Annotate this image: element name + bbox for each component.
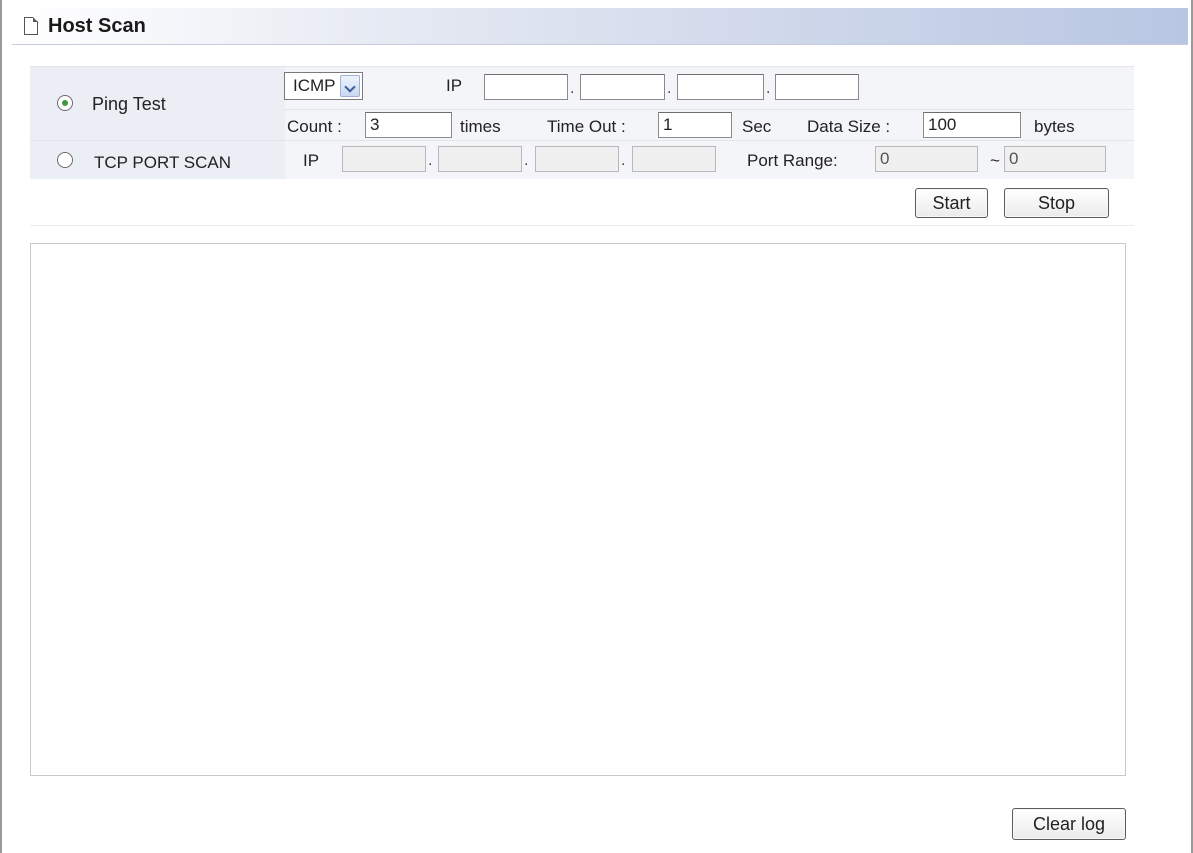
tcp-ip-octet-1[interactable]: [342, 146, 426, 172]
ping-test-radio[interactable]: [57, 95, 73, 111]
protocol-select[interactable]: ICMP: [284, 72, 363, 100]
port-range-end-input[interactable]: [1004, 146, 1106, 172]
timeout-label: Time Out :: [547, 117, 626, 136]
protocol-select-value: ICMP: [293, 76, 336, 95]
tcp-port-scan-label: TCP PORT SCAN: [94, 153, 231, 172]
port-range-label: Port Range:: [747, 151, 838, 170]
tcp-ip-octet-3[interactable]: [535, 146, 619, 172]
ping-ip-octet-3[interactable]: [677, 74, 764, 100]
bytes-label: bytes: [1034, 117, 1075, 136]
ip-dot: .: [621, 152, 626, 169]
tcp-ip-octet-4[interactable]: [632, 146, 716, 172]
ping-ip-octet-2[interactable]: [580, 74, 665, 100]
ping-ip-octet-1[interactable]: [484, 74, 568, 100]
tcp-ip-octet-2[interactable]: [438, 146, 522, 172]
count-label: Count :: [287, 117, 342, 136]
ping-test-label: Ping Test: [92, 94, 166, 114]
ip-dot: .: [667, 80, 672, 97]
host-scan-panel: Host Scan Ping Test ICMP IP . . . Count …: [0, 0, 1193, 853]
times-label: times: [460, 117, 501, 136]
port-range-start-input[interactable]: [875, 146, 978, 172]
row-divider: [285, 109, 1134, 110]
ip-dot: .: [766, 80, 771, 97]
ping-ip-label: IP: [446, 76, 463, 95]
panel-header: Host Scan: [12, 8, 1188, 45]
ping-ip-octet-4[interactable]: [775, 74, 859, 100]
clear-log-button[interactable]: Clear log: [1012, 808, 1126, 840]
chevron-down-icon[interactable]: [340, 75, 360, 97]
scan-log-output[interactable]: [30, 243, 1126, 776]
ip-dot: .: [428, 152, 433, 169]
data-size-input[interactable]: [923, 112, 1021, 138]
tcp-port-scan-radio[interactable]: [57, 152, 73, 168]
ip-dot: .: [524, 152, 529, 169]
start-button[interactable]: Start: [915, 188, 988, 218]
page-icon: [24, 17, 38, 35]
data-size-label: Data Size :: [807, 117, 891, 136]
stop-button[interactable]: Stop: [1004, 188, 1109, 218]
ip-dot: .: [570, 80, 575, 97]
timeout-input[interactable]: [658, 112, 732, 138]
tcp-ip-label: IP: [303, 151, 320, 170]
row-divider: [30, 140, 1134, 141]
page-title: Host Scan: [48, 15, 146, 37]
count-input[interactable]: [365, 112, 452, 138]
port-range-separator: ~: [990, 151, 1000, 170]
sec-label: Sec: [742, 117, 772, 136]
section-divider: [30, 225, 1134, 226]
